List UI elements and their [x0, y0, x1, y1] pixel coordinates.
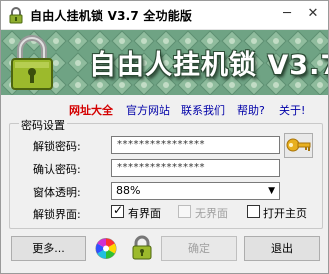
opacity-select[interactable]: 88% ▼ [111, 182, 280, 200]
with-interface-checkbox[interactable]: ✓ [111, 203, 124, 218]
color-wheel-icon [95, 238, 117, 259]
opacity-value: 88% [116, 184, 141, 197]
open-homepage-label: 打开主页 [263, 207, 307, 220]
checkmark-icon: ✓ [113, 203, 124, 217]
confirm-password-field[interactable]: **************** [111, 159, 280, 177]
color-wheel-button[interactable] [94, 236, 118, 261]
link-help[interactable]: 帮助? [237, 102, 265, 118]
banner-title: 自由人挂机锁 V3.7 [89, 50, 328, 81]
banner: 自由人挂机锁 V3.7 [1, 30, 328, 95]
group-title: 密码设置 [19, 117, 67, 133]
link-official-site[interactable]: 官方网站 [126, 102, 170, 118]
open-homepage-checkbox[interactable] [247, 205, 260, 218]
link-about[interactable]: 关于! [279, 102, 305, 118]
window-title: 自由人挂机锁 V3.7 全功能版 [30, 9, 193, 23]
with-interface-label: 有界面 [128, 207, 161, 220]
key-icon [286, 138, 311, 152]
link-contact-us[interactable]: 联系我们 [181, 102, 225, 118]
unlock-interface-label: 解锁界面: [33, 208, 81, 221]
confirm-password-label: 确认密码: [33, 163, 81, 176]
no-interface-label: 无界面 [195, 207, 228, 220]
no-interface-checkbox[interactable] [178, 205, 191, 218]
lock-icon [132, 235, 152, 260]
app-window: 自由人挂机锁 V3.7 全功能版 ─ ✕ 自由人挂机锁 V3.7 网址大全 官方… [0, 0, 329, 274]
confirm-button[interactable]: 确定 [161, 236, 237, 261]
more-button[interactable]: 更多... [11, 236, 86, 261]
key-button[interactable] [284, 133, 313, 158]
minimize-button[interactable]: ─ [277, 5, 297, 23]
padlock-icon [11, 35, 53, 90]
lock-button[interactable] [130, 235, 154, 261]
unlock-password-label: 解锁密码: [33, 140, 81, 153]
title-bar[interactable]: 自由人挂机锁 V3.7 全功能版 ─ ✕ [1, 1, 328, 30]
lock-icon [9, 7, 23, 24]
dropdown-arrow-icon: ▼ [268, 186, 275, 196]
unlock-password-field[interactable]: **************** [111, 136, 280, 154]
exit-button[interactable]: 退出 [244, 236, 320, 261]
opacity-label: 窗体透明: [33, 186, 81, 199]
close-button[interactable]: ✕ [303, 5, 323, 23]
link-site-directory[interactable]: 网址大全 [69, 102, 113, 118]
